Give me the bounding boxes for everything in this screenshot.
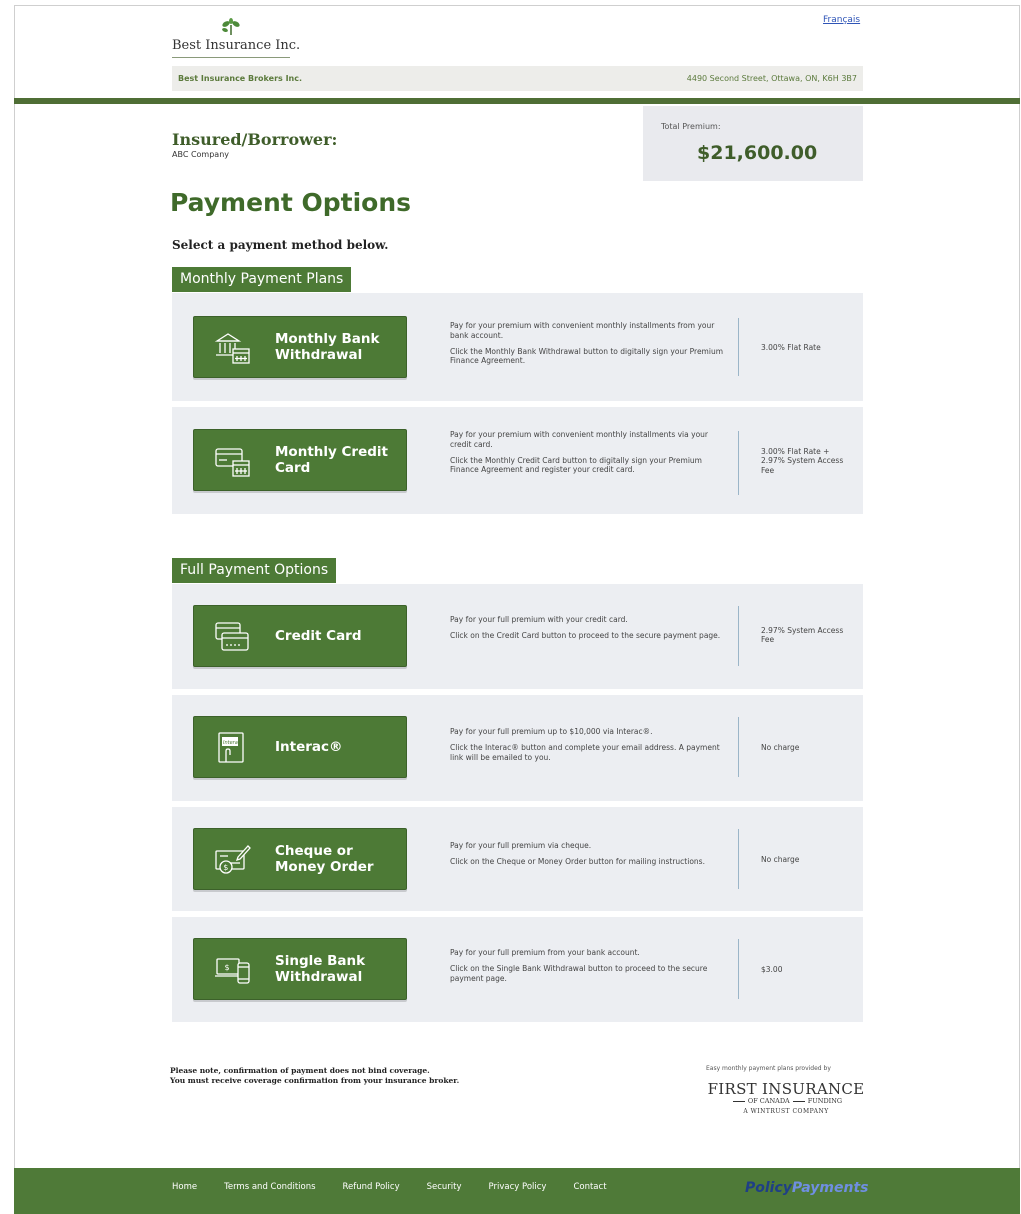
description-line: Pay for your premium with convenient mon… bbox=[450, 321, 715, 340]
interac-icon: Interac bbox=[218, 732, 244, 763]
credit-card-fee: 2.97% System Access Fee bbox=[761, 626, 844, 645]
interac-description: Pay for your full premium up to $10,000 … bbox=[450, 727, 726, 762]
notice-line: Please note, confirmation of payment doe… bbox=[170, 1066, 430, 1075]
option-monthly-bank-withdrawal: Monthly Bank Withdrawal Pay for your pre… bbox=[172, 293, 863, 401]
credit-card-button[interactable]: Credit Card bbox=[193, 605, 407, 667]
premium-box: Total Premium: $21,600.00 bbox=[643, 106, 863, 181]
language-link[interactable]: Français bbox=[823, 15, 860, 25]
option-credit-card: Credit Card Pay for your full premium wi… bbox=[172, 584, 863, 689]
single-bank-withdrawal-fee: $3.00 bbox=[761, 965, 783, 974]
single-bank-withdrawal-label: Single Bank Withdrawal bbox=[275, 952, 366, 985]
footer-link-home[interactable]: Home bbox=[172, 1182, 197, 1192]
description-line: Pay for your premium with convenient mon… bbox=[450, 430, 708, 449]
cheque-icon: $ bbox=[215, 845, 251, 874]
svg-text:Interac: Interac bbox=[223, 740, 241, 746]
logo-sub-right: FUNDING bbox=[807, 1097, 843, 1105]
monthly-bank-withdrawal-description: Pay for your premium with convenient mon… bbox=[450, 321, 726, 366]
description-line: Click on the Cheque or Money Order butto… bbox=[450, 856, 705, 866]
fee-divider bbox=[738, 606, 739, 666]
page-title: Payment Options bbox=[170, 188, 412, 217]
description-line: Pay for your full premium from your bank… bbox=[450, 948, 640, 957]
svg-text:$: $ bbox=[223, 863, 228, 872]
credit-card-description: Pay for your full premium with your cred… bbox=[450, 615, 726, 641]
company-name: Best Insurance Inc. bbox=[172, 38, 301, 53]
description-line: Click the Interac® button and complete y… bbox=[450, 742, 720, 762]
section-heading-monthly: Monthly Payment Plans bbox=[172, 267, 352, 292]
interac-button[interactable]: Interac Interac® bbox=[193, 716, 407, 778]
logo-underline bbox=[172, 57, 290, 58]
broker-name: Best Insurance Brokers Inc. bbox=[178, 74, 303, 83]
description-line: Click the Monthly Credit Card button to … bbox=[450, 455, 702, 475]
brand-part-2: Payments bbox=[791, 1180, 869, 1196]
fee-divider bbox=[738, 318, 739, 376]
interac-fee: No charge bbox=[761, 743, 800, 752]
first-insurance-logo-subline: OF CANADA FUNDING bbox=[706, 1097, 866, 1105]
option-single-bank-withdrawal: $ Single Bank Withdrawal Pay for your fu… bbox=[172, 917, 863, 1022]
description-line: Pay for your full premium via cheque. bbox=[450, 841, 592, 850]
header-divider bbox=[14, 98, 1020, 104]
insured-name: ABC Company bbox=[172, 150, 230, 159]
fee-divider bbox=[738, 829, 739, 889]
cheque-money-order-button[interactable]: $ Cheque or Money Order bbox=[193, 828, 407, 890]
brand-part-1: Policy bbox=[745, 1180, 792, 1196]
monthly-bank-withdrawal-label: Monthly Bank Withdrawal bbox=[275, 330, 380, 363]
first-insurance-logo-name: FIRST INSURANCE bbox=[707, 1080, 865, 1098]
interac-label: Interac® bbox=[275, 738, 343, 755]
option-monthly-credit-card: Monthly Credit Card Pay for your premium… bbox=[172, 407, 863, 514]
fee-divider bbox=[738, 939, 739, 999]
svg-text:$: $ bbox=[225, 963, 230, 972]
footer-link-refund-policy[interactable]: Refund Policy bbox=[343, 1182, 400, 1192]
footer-link-terms[interactable]: Terms and Conditions bbox=[224, 1182, 315, 1192]
footer-link-contact[interactable]: Contact bbox=[573, 1182, 606, 1192]
broker-address: 4490 Second Street, Ottawa, ON, K6H 3B7 bbox=[686, 74, 857, 83]
first-insurance-logo: FIRST INSURANCE OF CANADA FUNDING A WINTR… bbox=[706, 1080, 866, 1115]
coverage-notice: Please note, confirmation of payment doe… bbox=[170, 1066, 459, 1086]
monthly-credit-card-fee: 3.00% Flat Rate + 2.97% System Access Fe… bbox=[761, 447, 844, 475]
monthly-credit-card-label: Monthly Credit Card bbox=[275, 443, 388, 476]
cheque-money-order-label: Cheque or Money Order bbox=[275, 842, 374, 875]
premium-value: $21,600.00 bbox=[697, 142, 818, 164]
description-line: Click on the Single Bank Withdrawal butt… bbox=[450, 963, 708, 983]
option-interac: Interac Interac® Pay for your full premi… bbox=[172, 695, 863, 801]
description-line: Click the Monthly Bank Withdrawal button… bbox=[450, 346, 724, 366]
monthly-bank-withdrawal-fee: 3.00% Flat Rate bbox=[761, 343, 821, 352]
first-insurance-logo-tagline: A WINTRUST COMPANY bbox=[743, 1108, 829, 1115]
description-line: Pay for your full premium with your cred… bbox=[450, 615, 628, 624]
bank-transfer-icon: $ bbox=[215, 958, 250, 984]
bank-calendar-icon bbox=[214, 333, 250, 364]
broker-bar: Best Insurance Brokers Inc. 4490 Second … bbox=[172, 66, 863, 91]
fee-divider bbox=[738, 431, 739, 495]
monthly-credit-card-description: Pay for your premium with convenient mon… bbox=[450, 430, 726, 475]
provided-by-text: Easy monthly payment plans provided by bbox=[706, 1065, 831, 1072]
description-line: Pay for your full premium up to $10,000 … bbox=[450, 727, 653, 736]
option-cheque-money-order: $ Cheque or Money Order Pay for your ful… bbox=[172, 807, 863, 911]
credit-card-calendar-icon bbox=[215, 448, 250, 477]
monthly-credit-card-button[interactable]: Monthly Credit Card bbox=[193, 429, 407, 491]
notice-line: You must receive coverage confirmation f… bbox=[170, 1075, 460, 1085]
monthly-bank-withdrawal-button[interactable]: Monthly Bank Withdrawal bbox=[193, 316, 407, 378]
single-bank-withdrawal-button[interactable]: $ Single Bank Withdrawal bbox=[193, 938, 407, 1000]
footer: Home Terms and Conditions Refund Policy … bbox=[14, 1168, 1020, 1214]
credit-card-label: Credit Card bbox=[275, 627, 362, 644]
credit-card-icon bbox=[215, 622, 249, 651]
logo-sub-left: OF CANADA bbox=[747, 1097, 790, 1105]
footer-nav: Home Terms and Conditions Refund Policy … bbox=[172, 1182, 634, 1192]
cheque-money-order-description: Pay for your full premium via cheque. Cl… bbox=[450, 841, 726, 867]
fee-divider bbox=[738, 717, 739, 777]
footer-link-privacy-policy[interactable]: Privacy Policy bbox=[489, 1182, 547, 1192]
page-subtitle: Select a payment method below. bbox=[172, 238, 389, 252]
insured-label: Insured/Borrower: bbox=[172, 130, 338, 149]
single-bank-withdrawal-description: Pay for your full premium from your bank… bbox=[450, 948, 726, 983]
policy-payments-logo: PolicyPayments bbox=[745, 1180, 869, 1196]
section-heading-full: Full Payment Options bbox=[172, 558, 337, 583]
description-line: Click on the Credit Card button to proce… bbox=[450, 630, 721, 640]
cheque-money-order-fee: No charge bbox=[761, 855, 800, 864]
leaf-logo-icon bbox=[222, 18, 240, 35]
footer-link-security[interactable]: Security bbox=[427, 1182, 462, 1192]
premium-label: Total Premium: bbox=[661, 122, 721, 131]
